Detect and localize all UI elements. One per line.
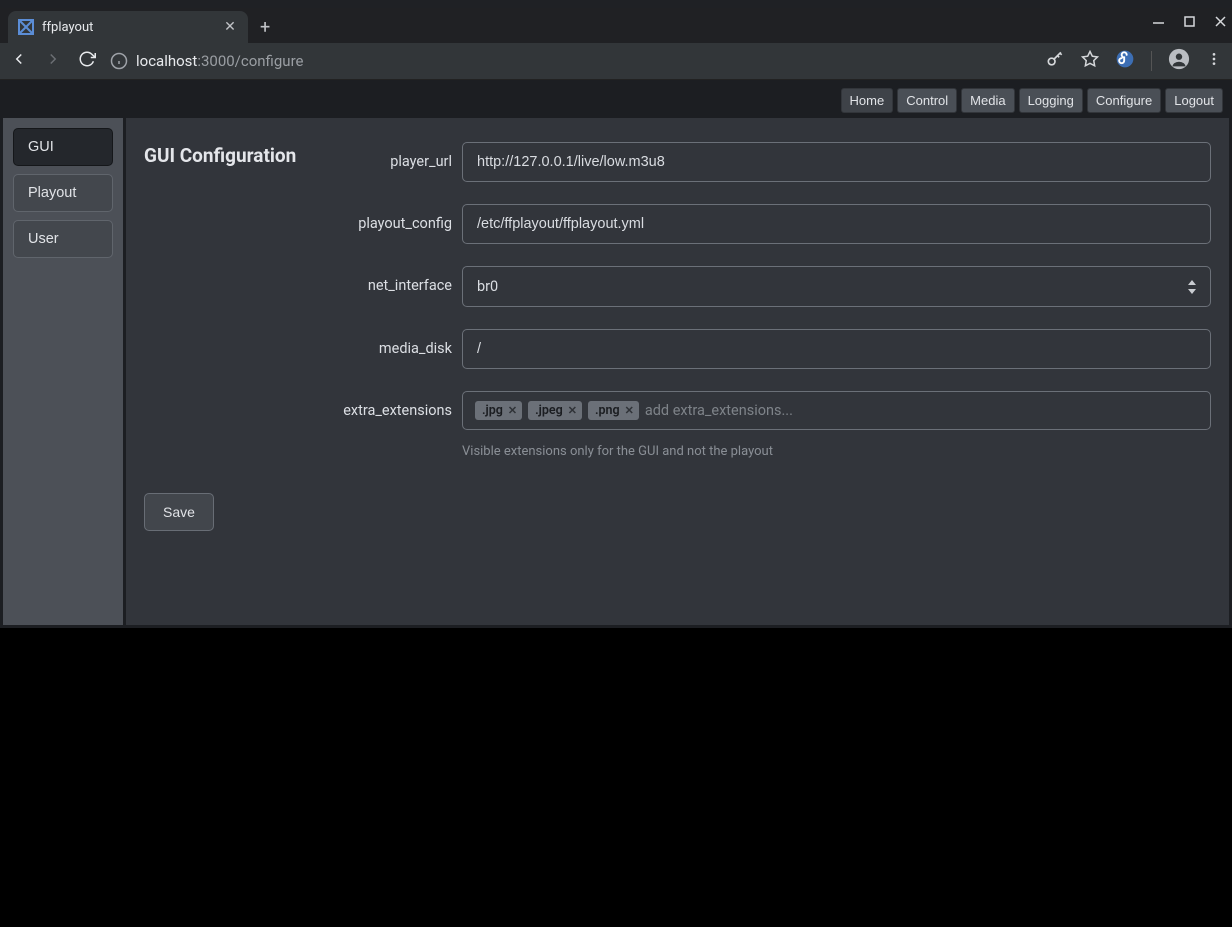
tag-item: .png ✕ <box>588 401 639 420</box>
browser-tab[interactable]: ffplayout ✕ <box>8 11 248 43</box>
nav-configure[interactable]: Configure <box>1087 88 1161 113</box>
input-media-disk[interactable] <box>462 329 1211 369</box>
tag-remove-icon[interactable]: ✕ <box>568 405 577 416</box>
window-maximize-icon[interactable] <box>1184 16 1195 30</box>
browser-address-bar: localhost:3000/configure <box>0 43 1232 80</box>
label-net-interface: net_interface <box>144 266 462 294</box>
browser-menu-icon[interactable] <box>1206 51 1222 71</box>
sidebar-item-gui[interactable]: GUI <box>13 128 113 166</box>
window-titlebar <box>0 0 1232 8</box>
tag-item: .jpeg ✕ <box>528 401 582 420</box>
label-media-disk: media_disk <box>144 329 462 357</box>
tab-close-icon[interactable]: ✕ <box>222 20 238 34</box>
nav-back-icon[interactable] <box>10 50 28 72</box>
site-info-icon[interactable] <box>110 52 128 70</box>
input-playout-config[interactable] <box>462 204 1211 244</box>
tag-item: .jpg ✕ <box>475 401 522 420</box>
extension-fedora-icon[interactable] <box>1115 49 1135 73</box>
viewport-empty <box>0 628 1232 927</box>
content-panel: GUI Configuration player_url playout_con… <box>126 118 1229 625</box>
window-minimize-icon[interactable] <box>1153 16 1164 30</box>
select-net-interface[interactable]: br0 <box>462 266 1211 307</box>
tags-placeholder: add extra_extensions... <box>645 402 793 419</box>
label-playout-config: playout_config <box>144 204 462 232</box>
sidebar: GUI Playout User <box>3 118 123 625</box>
input-player-url[interactable] <box>462 142 1211 182</box>
browser-tab-strip: ffplayout ✕ + <box>0 8 1232 43</box>
help-extra-extensions: Visible extensions only for the GUI and … <box>462 444 1211 459</box>
url-path: :3000/configure <box>197 52 303 70</box>
top-nav: Home Control Media Logging Configure Log… <box>3 83 1229 118</box>
url-host: localhost <box>136 52 197 70</box>
nav-control[interactable]: Control <box>897 88 957 113</box>
profile-avatar-icon[interactable] <box>1168 48 1190 74</box>
bookmark-star-icon[interactable] <box>1081 50 1099 72</box>
new-tab-button[interactable]: + <box>248 11 282 43</box>
input-extra-extensions[interactable]: .jpg ✕ .jpeg ✕ .png ✕ add extra <box>462 391 1211 430</box>
toolbar-divider <box>1151 51 1152 71</box>
nav-home[interactable]: Home <box>841 88 894 113</box>
tag-remove-icon[interactable]: ✕ <box>508 405 517 416</box>
sidebar-item-user[interactable]: User <box>13 220 113 258</box>
nav-logout[interactable]: Logout <box>1165 88 1223 113</box>
page-title: GUI Configuration <box>144 144 334 167</box>
label-extra-extensions: extra_extensions <box>144 391 462 419</box>
window-controls <box>1153 16 1226 30</box>
nav-media[interactable]: Media <box>961 88 1014 113</box>
label-player-url: player_url <box>334 142 462 170</box>
tab-favicon-icon <box>18 19 34 35</box>
nav-logging[interactable]: Logging <box>1019 88 1083 113</box>
nav-forward-icon <box>44 50 62 72</box>
nav-reload-icon[interactable] <box>78 50 96 72</box>
password-key-icon[interactable] <box>1045 49 1065 73</box>
url-input[interactable]: localhost:3000/configure <box>110 52 1031 70</box>
save-button[interactable]: Save <box>144 493 214 531</box>
tab-title: ffplayout <box>42 20 214 35</box>
sidebar-item-playout[interactable]: Playout <box>13 174 113 212</box>
window-close-icon[interactable] <box>1215 16 1226 30</box>
app-root: Home Control Media Logging Configure Log… <box>0 80 1232 628</box>
tag-remove-icon[interactable]: ✕ <box>625 405 634 416</box>
